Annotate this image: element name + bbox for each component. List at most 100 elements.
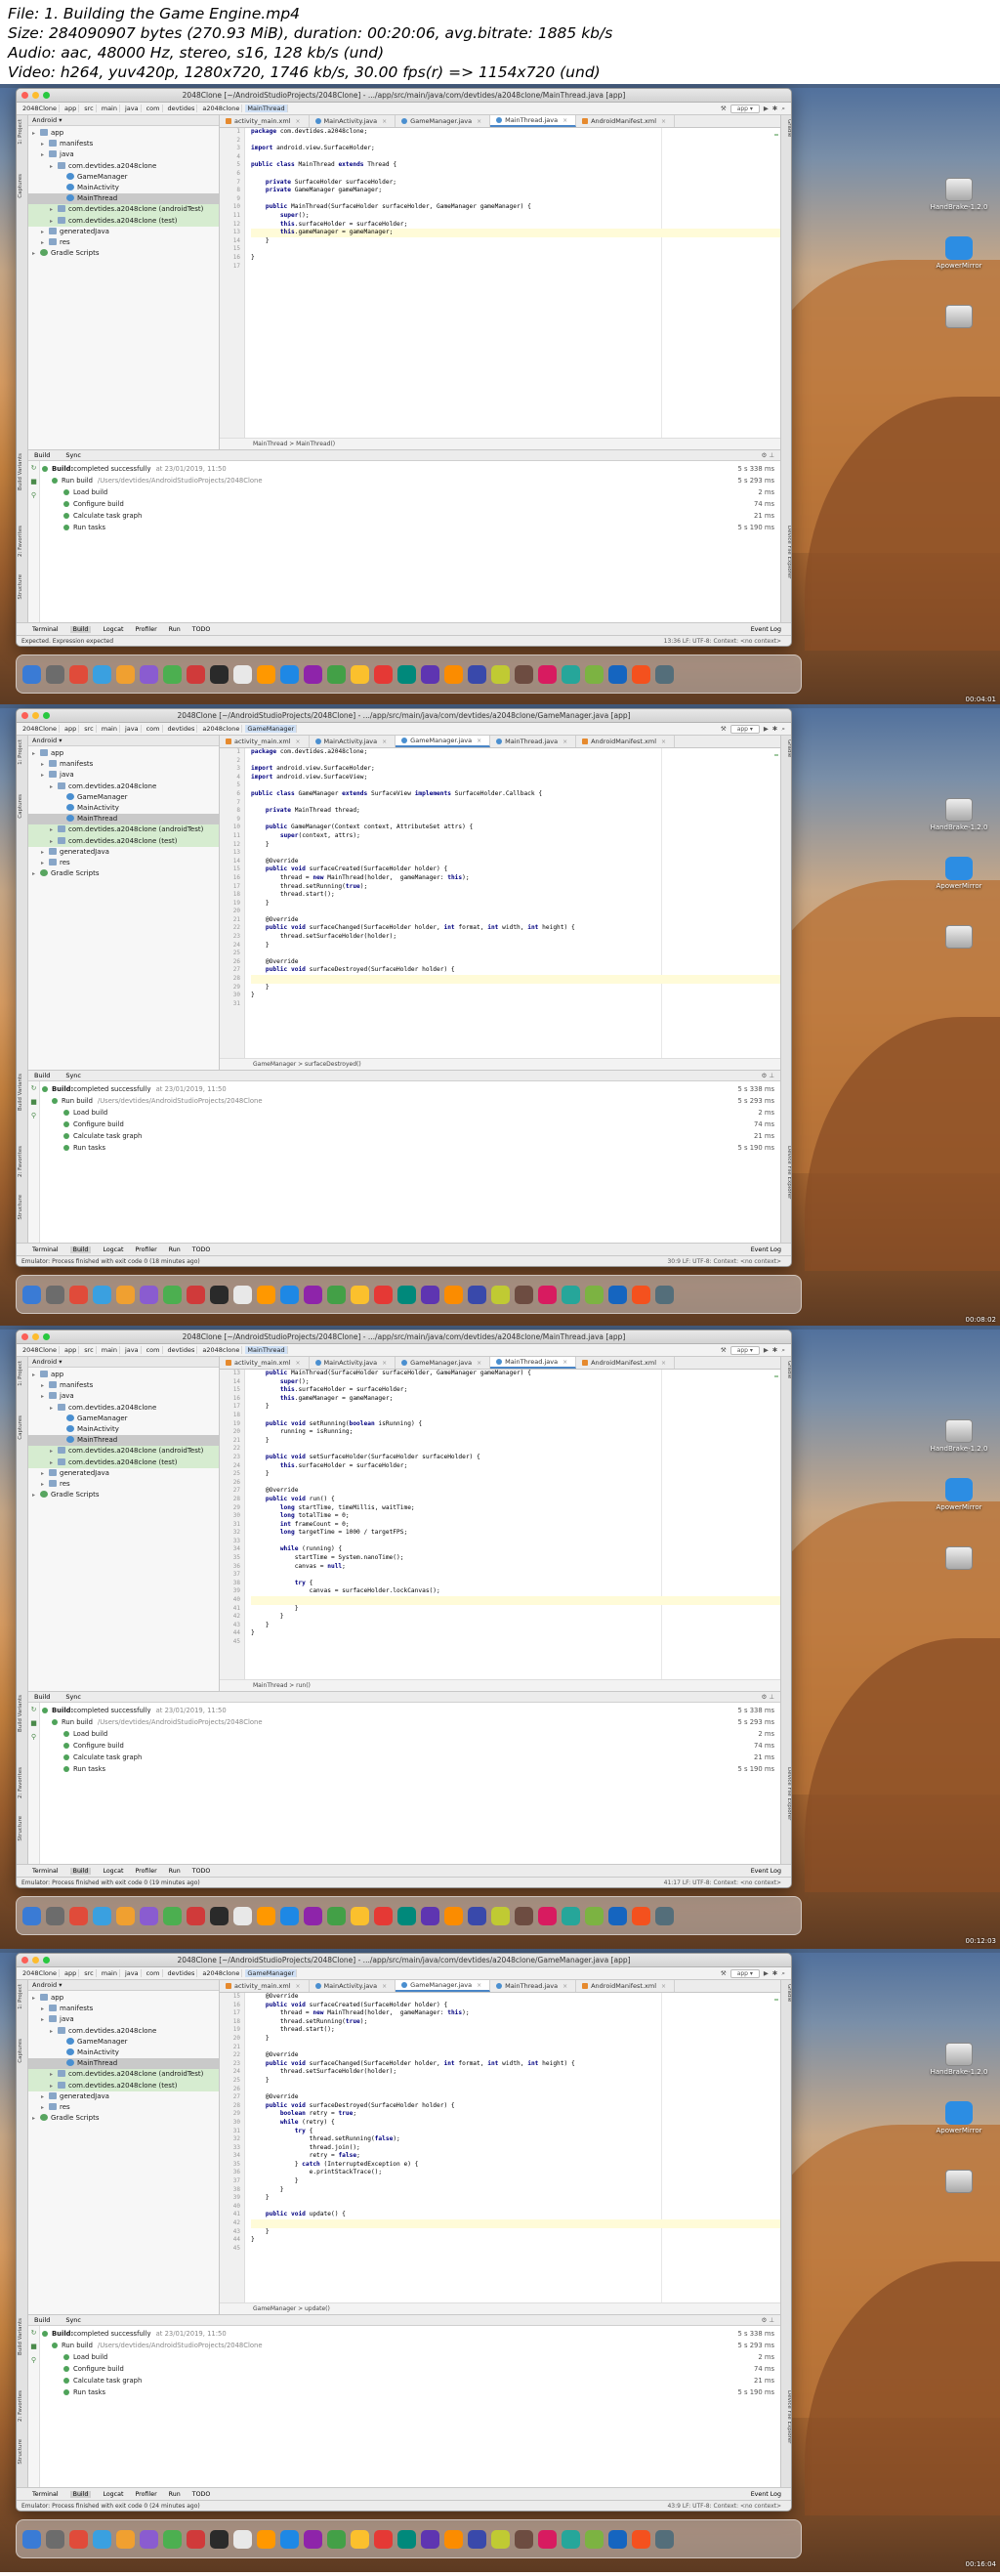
- tree-item[interactable]: ▸ Gradle Scripts: [28, 868, 219, 879]
- dock-app-icon[interactable]: [397, 1285, 416, 1304]
- chevron-icon[interactable]: ▸: [41, 770, 49, 781]
- chevron-icon[interactable]: ▸: [50, 1446, 58, 1457]
- dock-app-icon[interactable]: [280, 664, 299, 684]
- dock-app-icon[interactable]: [351, 2529, 369, 2549]
- build-row[interactable]: Build: completed successfully at 23/01/20…: [42, 463, 774, 475]
- dock-app-icon[interactable]: [421, 1906, 439, 1925]
- chevron-icon[interactable]: ▸: [50, 2069, 58, 2080]
- dock-app-icon[interactable]: [374, 1285, 393, 1304]
- tree-item[interactable]: ▸ com.devtides.a2048clone (androidTest): [28, 1446, 219, 1457]
- dock-app-icon[interactable]: [585, 1906, 604, 1925]
- chevron-icon[interactable]: ▸: [32, 128, 40, 139]
- close-tab-icon[interactable]: ×: [661, 115, 666, 127]
- breadcrumb-item[interactable]: GameManager: [245, 725, 298, 733]
- close-tab-icon[interactable]: ×: [562, 115, 567, 127]
- chevron-icon[interactable]: ▸: [32, 868, 40, 879]
- tab-logcat[interactable]: Logcat: [103, 626, 123, 633]
- tree-item[interactable]: ▸ app: [28, 1370, 219, 1380]
- code-line[interactable]: [251, 1412, 780, 1420]
- build-row[interactable]: Calculate task graph 21 ms: [42, 510, 774, 522]
- dock-app-icon[interactable]: [163, 1906, 182, 1925]
- code-line[interactable]: long startTime, timeMillis, waitTime;: [251, 1504, 780, 1513]
- tab-build[interactable]: Build: [34, 1692, 50, 1702]
- breadcrumb-item[interactable]: devtides: [166, 1346, 198, 1354]
- breadcrumb-item[interactable]: com: [145, 725, 163, 733]
- code-line[interactable]: }: [251, 1622, 780, 1630]
- dock-app-icon[interactable]: [69, 1906, 88, 1925]
- tab-todo[interactable]: TODO: [192, 1246, 211, 1253]
- code-breadcrumb[interactable]: GameManager > surfaceDestroyed(): [220, 1058, 780, 1070]
- tree-item[interactable]: ▸ manifests: [28, 2004, 219, 2014]
- code-line[interactable]: long totalTime = 0;: [251, 1512, 780, 1521]
- dock-app-icon[interactable]: [233, 1906, 252, 1925]
- dock-app-icon[interactable]: [421, 664, 439, 684]
- dock-app-icon[interactable]: [187, 664, 205, 684]
- code-line[interactable]: }: [251, 1605, 780, 1614]
- dock-app-icon[interactable]: [397, 1906, 416, 1925]
- filter-icon[interactable]: ⚲: [28, 1730, 39, 1744]
- dock-app-icon[interactable]: [468, 664, 486, 684]
- code-line[interactable]: [251, 781, 780, 790]
- code-line[interactable]: try {: [251, 2128, 780, 2136]
- dock-app-icon[interactable]: [608, 1285, 627, 1304]
- chevron-icon[interactable]: ▸: [32, 1490, 40, 1500]
- tab-event-log[interactable]: Event Log: [751, 1868, 791, 1875]
- dock-app-icon[interactable]: [46, 1906, 64, 1925]
- breadcrumb-item[interactable]: 2048Clone: [21, 725, 60, 733]
- code-breadcrumb[interactable]: MainThread > run(): [220, 1679, 780, 1691]
- code-line[interactable]: thread.join();: [251, 2144, 780, 2153]
- code-line[interactable]: public void surfaceCreated(SurfaceHolder…: [251, 866, 780, 874]
- tree-item[interactable]: GameManager: [28, 172, 219, 183]
- code-line[interactable]: [251, 1479, 780, 1488]
- tab-profiler[interactable]: Profiler: [135, 2491, 156, 2498]
- cursor-position[interactable]: 43:9 LF: UTF-8: Context: <no context>: [667, 2501, 791, 2511]
- dock-app-icon[interactable]: [304, 2529, 322, 2549]
- code-line[interactable]: [251, 1445, 780, 1454]
- breadcrumb-item[interactable]: app: [62, 1346, 80, 1354]
- dock-app-icon[interactable]: [351, 1285, 369, 1304]
- chevron-icon[interactable]: ▸: [32, 248, 40, 259]
- tree-item[interactable]: MainThread: [28, 2058, 219, 2070]
- dock-app-icon[interactable]: [93, 1906, 111, 1925]
- side-tab-structure[interactable]: Structure: [18, 1816, 27, 1841]
- breadcrumb-item[interactable]: app: [62, 725, 80, 733]
- dock-app-icon[interactable]: [46, 664, 64, 684]
- code-line[interactable]: }: [251, 2035, 780, 2044]
- tree-item[interactable]: ▸ com.devtides.a2048clone (test): [28, 1457, 219, 1468]
- dock-app-icon[interactable]: [585, 2529, 604, 2549]
- dock-app-icon[interactable]: [468, 1285, 486, 1304]
- code-line[interactable]: [251, 137, 780, 146]
- editor-tab[interactable]: activity_main.xml ×: [220, 1357, 310, 1369]
- chevron-icon[interactable]: ▸: [41, 1380, 49, 1391]
- chevron-icon[interactable]: ▸: [41, 2004, 49, 2014]
- code-line[interactable]: public void surfaceChanged(SurfaceHolder…: [251, 924, 780, 933]
- tree-item[interactable]: ▸ com.devtides.a2048clone (test): [28, 835, 219, 847]
- chevron-icon[interactable]: ▸: [41, 1391, 49, 1402]
- dock-app-icon[interactable]: [538, 2529, 557, 2549]
- tab-sync[interactable]: Sync: [65, 450, 81, 460]
- breadcrumb-item[interactable]: src: [82, 1969, 97, 1977]
- dock-app-icon[interactable]: [608, 2529, 627, 2549]
- dock-app-icon[interactable]: [515, 1285, 533, 1304]
- run-config-select[interactable]: app ▾: [729, 1968, 760, 1978]
- tab-build[interactable]: Build: [34, 1071, 50, 1080]
- breadcrumb-item[interactable]: GameManager: [245, 1969, 298, 1977]
- dock-app-icon[interactable]: [562, 2529, 580, 2549]
- dock-app-icon[interactable]: [140, 2529, 158, 2549]
- code-line[interactable]: [251, 1000, 780, 1009]
- cursor-position[interactable]: 41:17 LF: UTF-8: Context: <no context>: [664, 1878, 791, 1887]
- side-tab-build-variants[interactable]: Build Variants: [18, 1695, 27, 1732]
- code-line[interactable]: } catch (InterruptedException e) {: [251, 2161, 780, 2170]
- debug-icon[interactable]: ✱: [772, 1346, 777, 1354]
- code-line[interactable]: }: [251, 237, 780, 246]
- chevron-icon[interactable]: ▸: [50, 824, 58, 835]
- tab-profiler[interactable]: Profiler: [135, 1868, 156, 1875]
- breadcrumb-item[interactable]: 2048Clone: [21, 105, 60, 112]
- dock-app-icon[interactable]: [46, 1285, 64, 1304]
- tree-item[interactable]: ▸ com.devtides.a2048clone: [28, 1403, 219, 1414]
- breadcrumb-item[interactable]: MainThread: [245, 105, 288, 112]
- dock-app-icon[interactable]: [257, 664, 275, 684]
- tree-item[interactable]: ▸ com.devtides.a2048clone: [28, 2026, 219, 2037]
- code-line[interactable]: canvas = null;: [251, 1563, 780, 1572]
- code-line[interactable]: package com.devtides.a2048clone;: [251, 748, 780, 757]
